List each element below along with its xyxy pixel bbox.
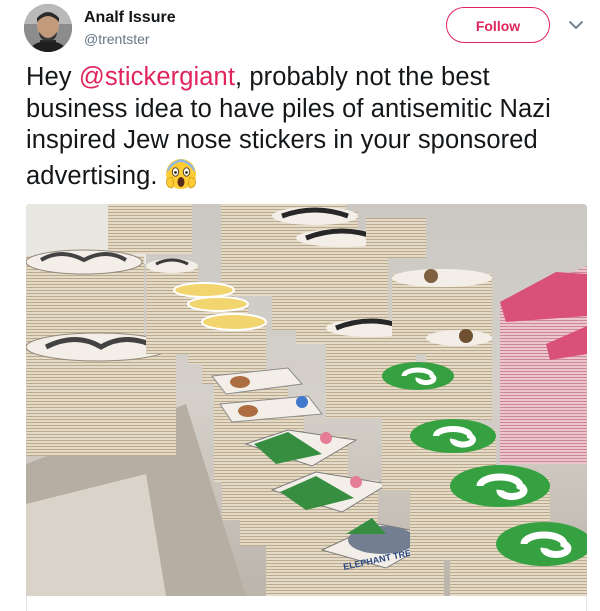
follow-button[interactable]: Follow [446,7,550,43]
tweet-text-before: Hey [26,63,79,91]
author-name[interactable]: Analf Issure [84,8,176,28]
face-screaming-in-fear-icon [164,157,198,191]
avatar-photo [24,4,72,52]
media-card-footer [26,596,587,611]
author-handle[interactable]: @trentster [84,30,150,48]
tweet-card: Analf Issure @trentster Follow Hey @stic… [0,0,600,611]
tweet-text: Hey @stickergiant, probably not the best… [26,62,586,192]
chevron-down-icon[interactable] [565,16,587,34]
mention-link[interactable]: @stickergiant [79,63,235,91]
avatar[interactable] [24,4,72,52]
sticker-photo: ELEPHANT TREE [26,204,587,596]
tweet-photo[interactable]: ELEPHANT TREE [26,204,587,596]
